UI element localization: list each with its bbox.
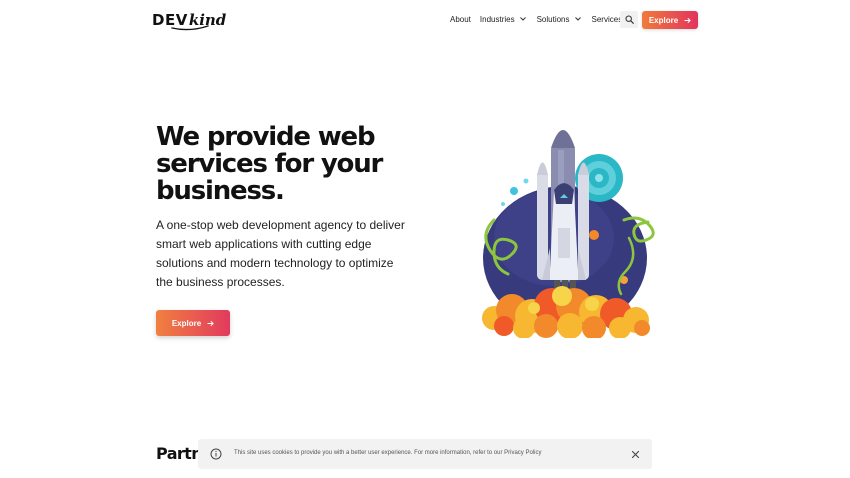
nav-about-label: About (450, 14, 471, 24)
nav-industries[interactable]: Industries (480, 15, 526, 24)
arrow-right-icon (684, 17, 691, 23)
cookie-banner: This site uses cookies to provide you wi… (198, 439, 652, 469)
hero-description: A one-stop web development agency to del… (156, 218, 405, 289)
arrow-right-icon (207, 320, 214, 326)
nav-industries-label: Industries (479, 14, 515, 24)
hero-title: We provide web services for your busines… (156, 122, 383, 206)
explore-button-label: Explore (171, 318, 202, 328)
rocket-launch-illustration (482, 130, 655, 338)
nav-solutions[interactable]: Solutions (537, 15, 581, 24)
explore-button-label: Explore (648, 15, 679, 25)
logo-swoosh-icon (171, 25, 209, 31)
close-icon[interactable] (631, 450, 640, 459)
search-icon (625, 15, 634, 24)
site-header: DEV kind About Industries Solutions Serv… (0, 0, 850, 40)
explore-button-hero[interactable]: Explore (156, 310, 230, 336)
chevron-down-icon (574, 17, 581, 21)
nav-services-label: Services (591, 14, 623, 24)
info-icon (210, 448, 222, 460)
search-button[interactable] (620, 11, 638, 28)
nav-solutions-label: Solutions (536, 14, 570, 24)
chevron-down-icon (519, 17, 526, 21)
explore-button-header[interactable]: Explore (642, 11, 698, 29)
cookie-message: This site uses cookies to provide you wi… (234, 450, 542, 456)
main-nav: About Industries Solutions Services (446, 0, 634, 38)
nav-about[interactable]: About (450, 15, 471, 24)
logo[interactable]: DEV kind (152, 9, 226, 31)
